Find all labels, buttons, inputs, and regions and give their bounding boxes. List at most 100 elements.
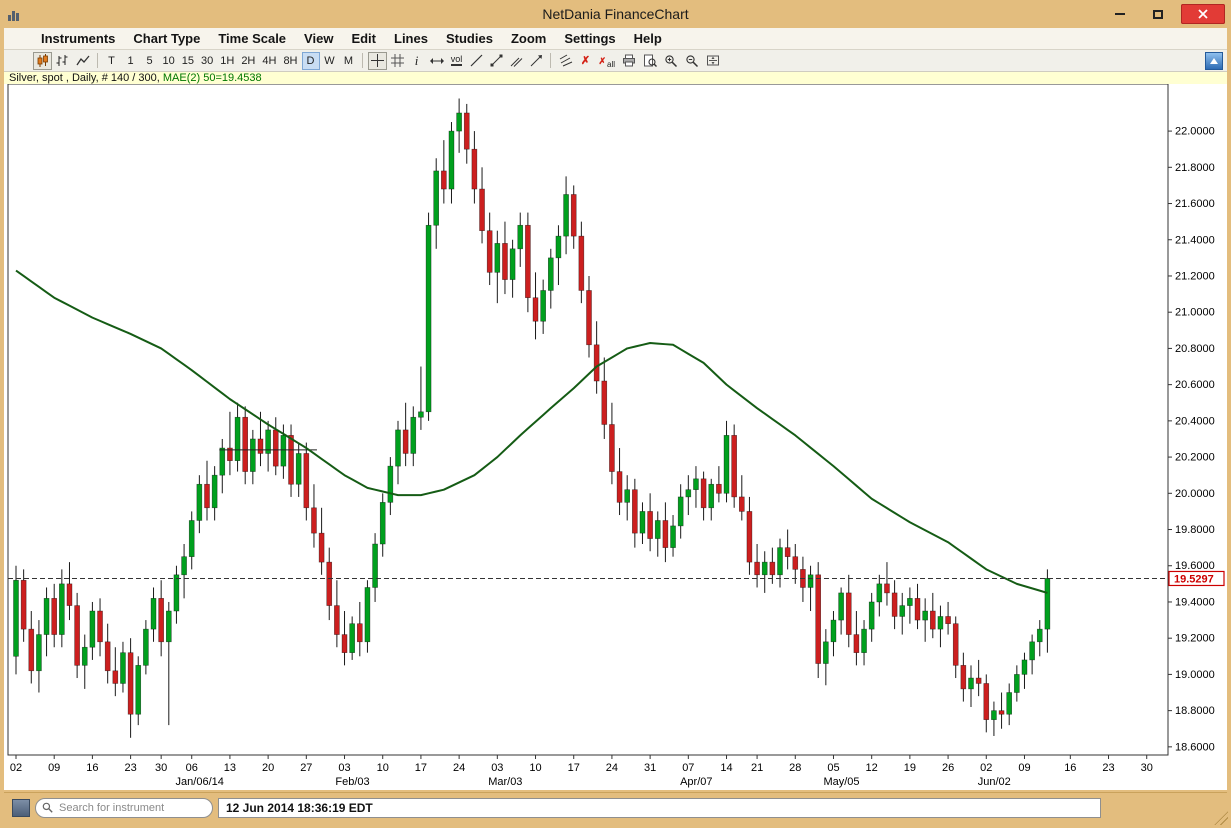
svg-text:07: 07 — [682, 762, 694, 774]
window-title: NetDania FinanceChart — [0, 6, 1231, 22]
maximize-icon — [1153, 10, 1163, 19]
chart-canvas[interactable]: 22.000021.800021.600021.400021.200021.00… — [4, 84, 1227, 790]
svg-text:19.4000: 19.4000 — [1175, 596, 1215, 608]
zoom-out-icon[interactable] — [682, 52, 702, 70]
maximize-button[interactable] — [1143, 5, 1173, 23]
print-icon[interactable] — [619, 52, 639, 70]
app-icon — [8, 7, 24, 21]
menu-bar: InstrumentsChart TypeTime ScaleViewEditL… — [4, 28, 1227, 50]
svg-text:Apr/07: Apr/07 — [680, 776, 712, 788]
chart-panel: 22.000021.800021.600021.400021.200021.00… — [4, 84, 1227, 790]
timeframe-button-t[interactable]: T — [103, 52, 121, 70]
svg-text:21.6000: 21.6000 — [1175, 198, 1215, 210]
edit-lines-icon[interactable] — [556, 52, 576, 70]
timeframe-button-8h[interactable]: 8H — [280, 52, 300, 70]
timeframe-button-30[interactable]: 30 — [198, 52, 216, 70]
grid-icon[interactable] — [388, 52, 407, 70]
timeframe-button-10[interactable]: 10 — [160, 52, 178, 70]
print-preview-icon[interactable] — [640, 52, 660, 70]
svg-text:20.6000: 20.6000 — [1175, 379, 1215, 391]
svg-text:10: 10 — [377, 762, 389, 774]
timeframe-button-1h[interactable]: 1H — [217, 52, 237, 70]
plot-area[interactable] — [8, 84, 1168, 755]
search-icon — [42, 802, 53, 813]
toolbar-separator — [550, 53, 551, 68]
search-input[interactable] — [57, 801, 206, 815]
svg-text:17: 17 — [568, 762, 580, 774]
svg-text:20.2000: 20.2000 — [1175, 452, 1215, 464]
timeframe-button-d[interactable]: D — [302, 52, 320, 70]
ohlc-bar-chart-icon[interactable] — [53, 52, 72, 70]
timeframe-button-15[interactable]: 15 — [179, 52, 197, 70]
svg-text:28: 28 — [789, 762, 801, 774]
svg-text:Jan/06/14: Jan/06/14 — [176, 776, 224, 788]
close-button[interactable] — [1181, 4, 1225, 24]
svg-text:19.2000: 19.2000 — [1175, 633, 1215, 645]
svg-text:03: 03 — [338, 762, 350, 774]
close-icon — [1198, 9, 1208, 19]
minimize-button[interactable] — [1105, 5, 1135, 23]
timeframe-button-2h[interactable]: 2H — [238, 52, 258, 70]
svg-text:13: 13 — [224, 762, 236, 774]
menu-item-view[interactable]: View — [295, 28, 342, 50]
menu-item-edit[interactable]: Edit — [342, 28, 385, 50]
svg-text:31: 31 — [644, 762, 656, 774]
svg-text:03: 03 — [491, 762, 503, 774]
expand-panel-icon[interactable] — [1205, 52, 1223, 70]
volume-icon[interactable]: vol — [448, 52, 466, 70]
svg-text:21.4000: 21.4000 — [1175, 234, 1215, 246]
x-axis[interactable]: 020916233006Jan/06/1413202703Feb/0310172… — [10, 755, 1153, 788]
candlestick-chart-icon[interactable] — [33, 52, 52, 70]
delete-line-icon[interactable]: ✗ — [577, 52, 595, 70]
svg-text:26: 26 — [942, 762, 954, 774]
timeframe-button-w[interactable]: W — [321, 52, 339, 70]
svg-text:21.0000: 21.0000 — [1175, 307, 1215, 319]
autoscale-icon[interactable] — [703, 52, 723, 70]
zoom-in-icon[interactable] — [661, 52, 681, 70]
crosshair-icon[interactable] — [368, 52, 387, 70]
svg-text:16: 16 — [86, 762, 98, 774]
delete-all-lines-icon[interactable]: ✗all — [596, 52, 619, 70]
parallel-channel-icon[interactable] — [507, 52, 526, 70]
y-axis[interactable]: 22.000021.800021.600021.400021.200021.00… — [1168, 126, 1215, 754]
trendline-icon[interactable] — [467, 52, 486, 70]
window-controls — [1105, 4, 1225, 24]
timeframe-group: T151015301H2H4H8HDWM — [102, 52, 358, 70]
menu-item-zoom[interactable]: Zoom — [502, 28, 555, 50]
timeframe-button-4h[interactable]: 4H — [259, 52, 279, 70]
svg-text:30: 30 — [155, 762, 167, 774]
line-chart-icon[interactable] — [73, 52, 93, 70]
timeframe-button-1[interactable]: 1 — [122, 52, 140, 70]
menu-item-lines[interactable]: Lines — [385, 28, 437, 50]
instrument-search[interactable] — [35, 798, 213, 818]
menu-item-instruments[interactable]: Instruments — [32, 28, 124, 50]
svg-text:20.0000: 20.0000 — [1175, 488, 1215, 500]
menu-item-help[interactable]: Help — [625, 28, 671, 50]
svg-text:02: 02 — [10, 762, 22, 774]
svg-text:19.5297: 19.5297 — [1174, 573, 1214, 585]
price-tag: 19.5297 — [1169, 571, 1224, 585]
timeframe-button-m[interactable]: M — [340, 52, 358, 70]
menu-item-chart-type[interactable]: Chart Type — [124, 28, 209, 50]
menu-item-settings[interactable]: Settings — [555, 28, 624, 50]
info-icon[interactable]: i — [408, 52, 426, 70]
svg-text:12: 12 — [866, 762, 878, 774]
svg-text:May/05: May/05 — [823, 776, 859, 788]
svg-text:09: 09 — [1018, 762, 1030, 774]
menu-item-time-scale[interactable]: Time Scale — [209, 28, 295, 50]
resize-grip[interactable] — [1214, 811, 1228, 825]
svg-text:22.0000: 22.0000 — [1175, 126, 1215, 138]
menu-item-studies[interactable]: Studies — [437, 28, 502, 50]
svg-text:19: 19 — [904, 762, 916, 774]
svg-text:24: 24 — [453, 762, 465, 774]
svg-text:18.8000: 18.8000 — [1175, 705, 1215, 717]
svg-text:19.6000: 19.6000 — [1175, 560, 1215, 572]
timeframe-button-5[interactable]: 5 — [141, 52, 159, 70]
horizontal-scroll-icon[interactable] — [427, 52, 447, 70]
svg-text:19.0000: 19.0000 — [1175, 669, 1215, 681]
trendline-handles-icon[interactable] — [487, 52, 506, 70]
ray-icon[interactable] — [527, 52, 546, 70]
svg-text:14: 14 — [720, 762, 732, 774]
svg-text:18.6000: 18.6000 — [1175, 741, 1215, 753]
title-bar[interactable]: NetDania FinanceChart — [0, 0, 1231, 28]
